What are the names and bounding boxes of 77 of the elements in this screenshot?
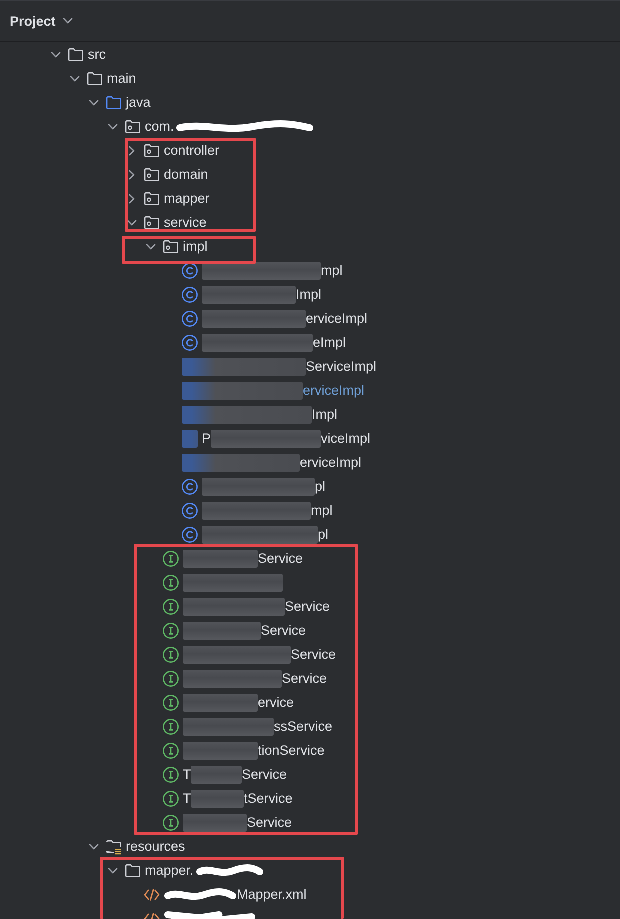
name-fragment[interactable]: T: [183, 790, 192, 808]
tree-item-label[interactable]: resources: [126, 838, 186, 856]
i-circle-icon: [163, 743, 179, 759]
c-circle-icon: [182, 287, 198, 303]
folder-lines-icon: [106, 840, 122, 854]
tree-item-label[interactable]: erviceImpl: [303, 382, 365, 400]
i-circle-icon: [163, 575, 179, 591]
i-circle-icon: [163, 551, 179, 567]
tree-item-label[interactable]: Service: [261, 622, 306, 640]
name-fragment[interactable]: com.: [145, 118, 174, 136]
chevron-down-icon[interactable]: [89, 100, 99, 106]
tree-item-label[interactable]: Impl: [312, 406, 338, 424]
i-circle-icon: [163, 599, 179, 615]
i-circle-icon: [163, 671, 179, 687]
i-circle-icon: [163, 647, 179, 663]
tree-item-label[interactable]: pl: [315, 478, 326, 496]
chevron-down-icon[interactable]: [108, 868, 118, 874]
tree-item-label[interactable]: Service: [282, 670, 328, 688]
folder-icon: [68, 48, 84, 62]
i-circle-icon: [163, 719, 179, 735]
project-view-dropdown[interactable]: Project: [4, 10, 79, 32]
c-circle-icon: [182, 527, 198, 543]
i-circle-icon: [163, 791, 179, 807]
tree-item-label[interactable]: Mapper.xml: [237, 886, 307, 904]
scribble-redaction: [196, 863, 264, 879]
name-fragment[interactable]: mapper.: [145, 862, 194, 880]
c-circle-icon: [182, 263, 198, 279]
tree-item-label[interactable]: ServiceImpl: [306, 358, 377, 376]
c-circle-icon: [182, 335, 198, 351]
c-circle-icon: [182, 479, 198, 495]
c-circle-icon: [182, 503, 198, 519]
tree-item-label[interactable]: ervice: [258, 694, 294, 712]
code-brackets-icon: [144, 889, 160, 901]
tree-item-label[interactable]: tionService: [258, 742, 325, 760]
tree-item-label[interactable]: Service: [242, 766, 288, 784]
tree-item-label[interactable]: mapper: [164, 190, 210, 208]
tree-item-label[interactable]: tService: [244, 790, 293, 808]
tree-item-label[interactable]: Impl: [296, 286, 322, 304]
i-circle-icon: [163, 767, 179, 783]
tree-item-label[interactable]: mpl: [321, 262, 343, 280]
tree-item-label[interactable]: main: [107, 70, 136, 88]
folder-icon: [87, 72, 103, 86]
tree-item-label[interactable]: mpl: [311, 502, 333, 520]
folder-icon: [106, 96, 122, 110]
chevron-down-icon[interactable]: [89, 844, 99, 850]
tree-item-label[interactable]: eImpl: [313, 334, 346, 352]
tree-item-label[interactable]: controller: [164, 142, 220, 160]
chevron-down-icon[interactable]: [51, 52, 61, 58]
tree-item-label[interactable]: Service: [247, 814, 292, 832]
folder-icon: [125, 864, 141, 878]
name-fragment[interactable]: P: [202, 430, 212, 448]
tree-item-label[interactable]: ssService: [274, 718, 333, 736]
tree-item-label[interactable]: pl: [318, 526, 329, 544]
chevron-down-icon[interactable]: [70, 76, 80, 82]
i-circle-icon: [163, 815, 179, 831]
chevron-right-icon[interactable]: [129, 170, 135, 180]
chevron-right-icon[interactable]: [129, 146, 135, 156]
tree-item-label[interactable]: erviceImpl: [306, 310, 368, 328]
tree-item-label[interactable]: Service: [258, 550, 304, 568]
chevron-right-icon[interactable]: [129, 194, 135, 204]
tree-item-label[interactable]: java: [126, 94, 151, 112]
chevron-down-icon[interactable]: [108, 124, 118, 130]
tree-item-label[interactable]: Service: [285, 598, 330, 616]
tree-item-label[interactable]: impl: [183, 238, 208, 256]
tree-item-label[interactable]: service: [164, 214, 207, 232]
chevron-down-icon[interactable]: [146, 244, 156, 250]
name-fragment[interactable]: T: [183, 766, 192, 784]
chevron-down-icon: [62, 18, 73, 24]
tree-item-label[interactable]: src: [88, 46, 106, 64]
tree-item-label[interactable]: domain: [164, 166, 208, 184]
c-circle-icon: [182, 311, 198, 327]
tree-item-label[interactable]: erviceImpl: [300, 454, 362, 472]
tree-item-label[interactable]: viceImpl: [321, 430, 371, 448]
tree-item-label[interactable]: Service: [291, 646, 336, 664]
i-circle-icon: [163, 623, 179, 639]
chevron-down-icon[interactable]: [127, 220, 137, 226]
i-circle-icon: [163, 695, 179, 711]
